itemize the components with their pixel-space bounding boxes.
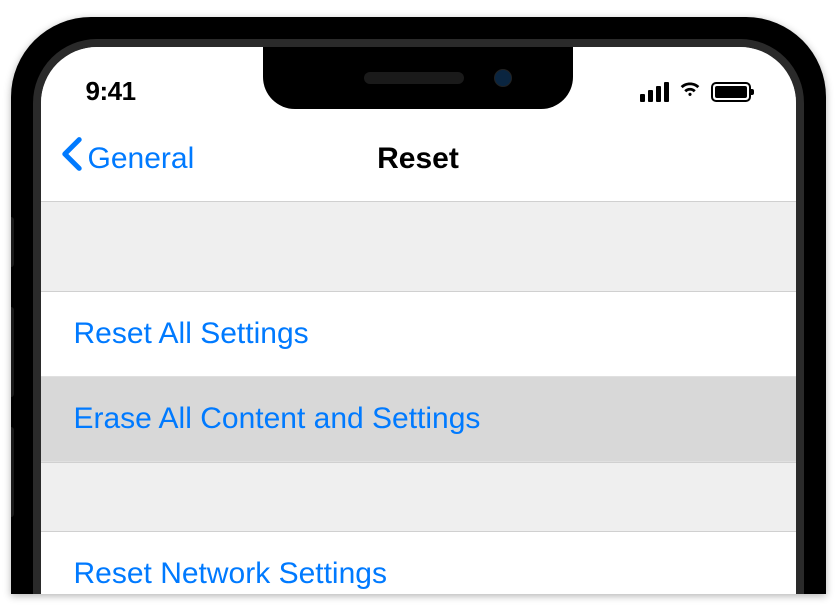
list-item-label: Erase All Content and Settings [74, 402, 481, 436]
screen: 9:41 [41, 47, 796, 594]
list-item-label: Reset All Settings [74, 317, 309, 351]
mute-switch [11, 217, 14, 267]
reset-network-settings-item[interactable]: Reset Network Settings [41, 532, 796, 594]
phone-bezel: 9:41 [33, 39, 804, 594]
erase-all-content-item[interactable]: Erase All Content and Settings [41, 377, 796, 462]
list-item-label: Reset Network Settings [74, 557, 387, 591]
front-camera [494, 69, 512, 87]
battery-icon [711, 82, 751, 102]
navigation-bar: General Reset [41, 117, 796, 202]
wifi-icon [677, 76, 703, 107]
speaker [364, 72, 464, 84]
reset-all-settings-item[interactable]: Reset All Settings [41, 292, 796, 377]
volume-up-button [11, 307, 14, 397]
chevron-left-icon [61, 136, 83, 182]
section-spacer [41, 202, 796, 292]
notch [263, 47, 573, 109]
status-time: 9:41 [86, 76, 136, 107]
phone-frame: 9:41 [11, 17, 826, 594]
back-label: General [88, 142, 195, 176]
cellular-signal-icon [640, 82, 669, 102]
volume-down-button [11, 427, 14, 517]
content-area: Reset All Settings Erase All Content and… [41, 202, 796, 594]
section-spacer [41, 462, 796, 532]
page-title: Reset [377, 142, 459, 176]
status-icons [640, 76, 751, 107]
back-button[interactable]: General [61, 136, 195, 182]
